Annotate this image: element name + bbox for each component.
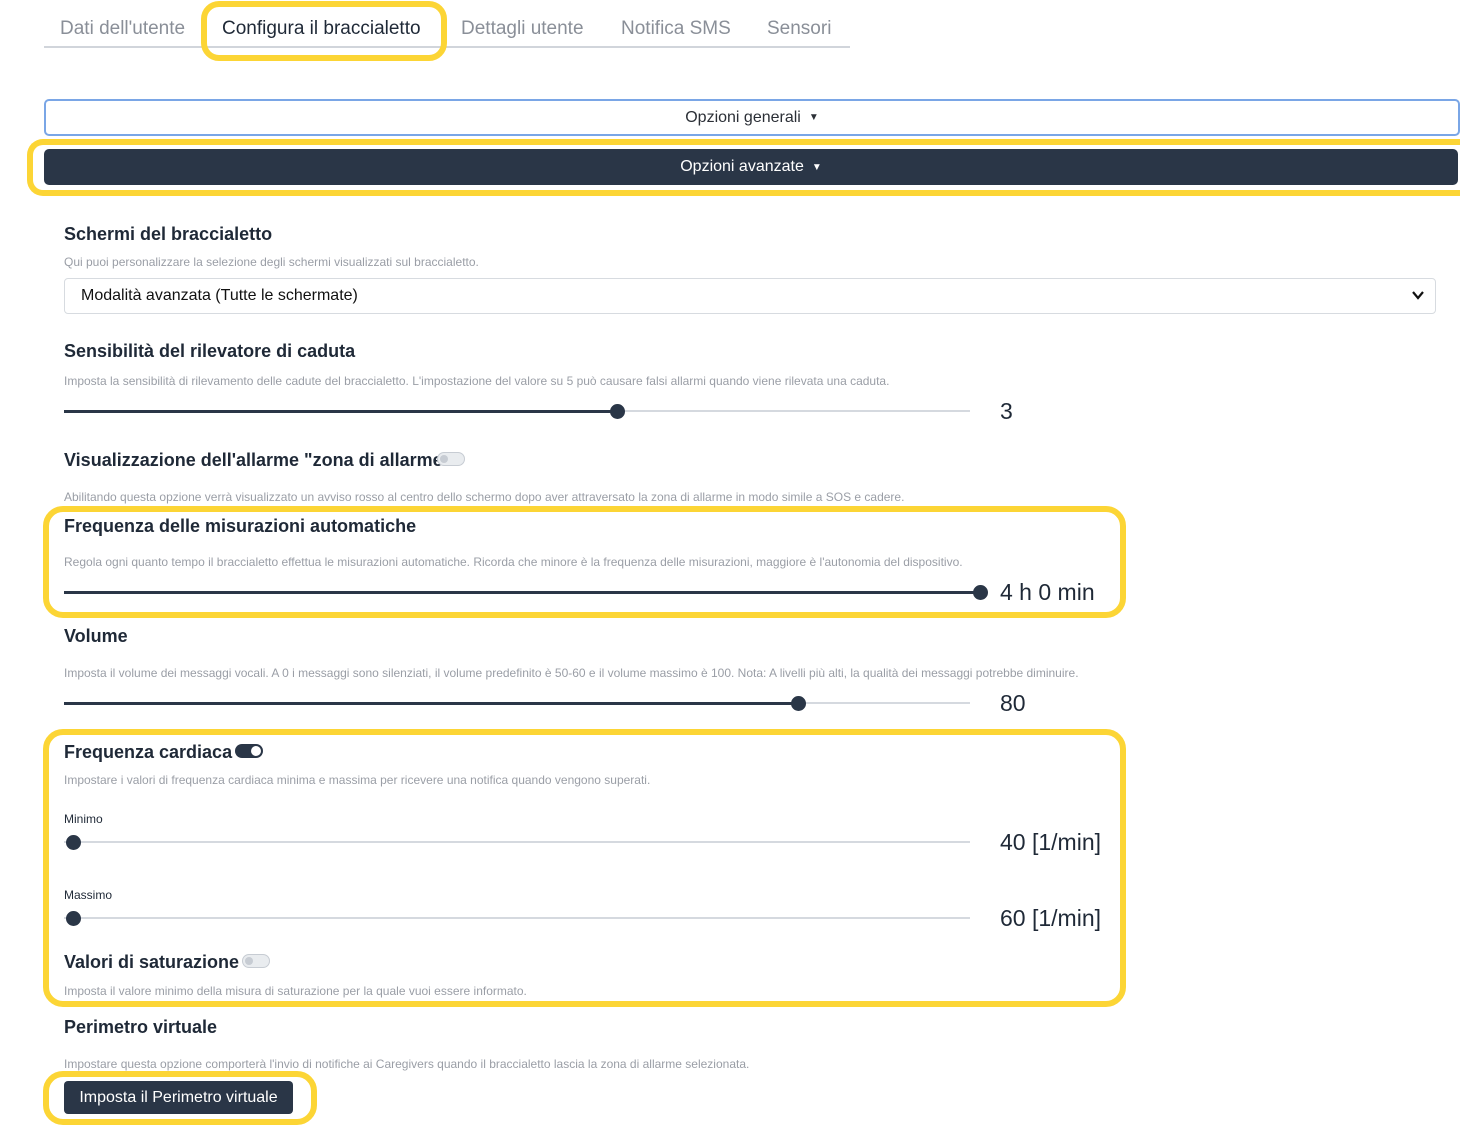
auto-measure-title: Frequenza delle misurazioni automatiche (64, 516, 417, 536)
saturation-toggle[interactable] (242, 954, 270, 968)
fall-sensitivity-fill (64, 410, 618, 413)
general-options-label: Opzioni generali (685, 108, 801, 126)
auto-measure-fill (64, 591, 982, 594)
volume-value: 80 (1000, 690, 1026, 716)
alarm-zone-description: Abilitando questa opzione verrà visualiz… (64, 490, 905, 504)
heart-rate-min-thumb[interactable] (66, 835, 81, 850)
advanced-options-accordion[interactable]: Opzioni avanzate ▼ (44, 149, 1458, 185)
fall-sensitivity-thumb[interactable] (610, 404, 625, 419)
auto-measure-thumb[interactable] (973, 585, 988, 600)
heart-rate-max-label: Massimo (64, 888, 113, 902)
saturation-description: Imposta il valore minimo della misura di… (64, 984, 527, 998)
alarm-zone-title: Visualizzazione dell'allarme "zona di al… (64, 450, 452, 470)
caret-down-icon: ▼ (808, 112, 819, 123)
screens-description: Qui puoi personalizzare la selezione deg… (64, 255, 479, 269)
heart-rate-max-track[interactable] (64, 917, 970, 919)
auto-measure-description: Regola ogni quanto tempo il braccialetto… (64, 555, 963, 569)
toggle-knob (245, 957, 253, 965)
fall-sensitivity-value: 3 (1000, 398, 1013, 424)
saturation-title: Valori di saturazione (64, 952, 240, 972)
volume-title: Volume (64, 626, 128, 646)
tab-user-data[interactable]: Dati dell'utente (60, 18, 185, 40)
toggle-knob (440, 455, 448, 463)
screens-select[interactable]: Modalità avanzata (Tutte le schermate) (64, 278, 1436, 314)
volume-thumb[interactable] (791, 696, 806, 711)
heart-rate-max-thumb[interactable] (66, 911, 81, 926)
heart-rate-min-value: 40 [1/min] (1000, 829, 1101, 855)
heart-rate-max-value: 60 [1/min] (1000, 905, 1101, 931)
chevron-down-icon (1412, 291, 1424, 300)
toggle-knob (251, 746, 261, 756)
screens-title: Schermi del braccialetto (64, 224, 273, 244)
volume-description: Imposta il volume dei messaggi vocali. A… (64, 666, 1079, 680)
geofence-description: Impostare questa opzione comporterà l'in… (64, 1057, 750, 1071)
fall-sensitivity-description: Imposta la sensibilità di rilevamento de… (64, 374, 890, 388)
screens-select-value: Modalità avanzata (Tutte le schermate) (81, 287, 358, 304)
heart-rate-min-label: Minimo (64, 812, 103, 826)
advanced-options-label: Opzioni avanzate (680, 158, 804, 175)
heart-rate-toggle[interactable] (235, 744, 263, 758)
caret-down-icon: ▼ (811, 161, 822, 173)
auto-measure-value: 4 h 0 min (1000, 579, 1095, 605)
alarm-zone-toggle[interactable] (437, 452, 465, 466)
heart-rate-description: Impostare i valori di frequenza cardiaca… (64, 773, 651, 787)
tabs-underline (44, 46, 850, 48)
set-geofence-button[interactable]: Imposta il Perimetro virtuale (64, 1081, 293, 1114)
tab-configure-bracelet[interactable]: Configura il braccialetto (222, 18, 421, 40)
tab-user-details[interactable]: Dettagli utente (461, 18, 584, 40)
general-options-accordion[interactable]: Opzioni generali ▼ (44, 99, 1460, 136)
volume-fill (64, 702, 799, 705)
heart-rate-title: Frequenza cardiaca (64, 742, 233, 762)
tab-sms-notification[interactable]: Notifica SMS (621, 18, 731, 40)
fall-sensitivity-title: Sensibilità del rilevatore di caduta (64, 341, 356, 361)
geofence-title: Perimetro virtuale (64, 1017, 218, 1037)
heart-rate-min-track[interactable] (64, 841, 970, 843)
tab-sensors[interactable]: Sensori (767, 18, 831, 40)
